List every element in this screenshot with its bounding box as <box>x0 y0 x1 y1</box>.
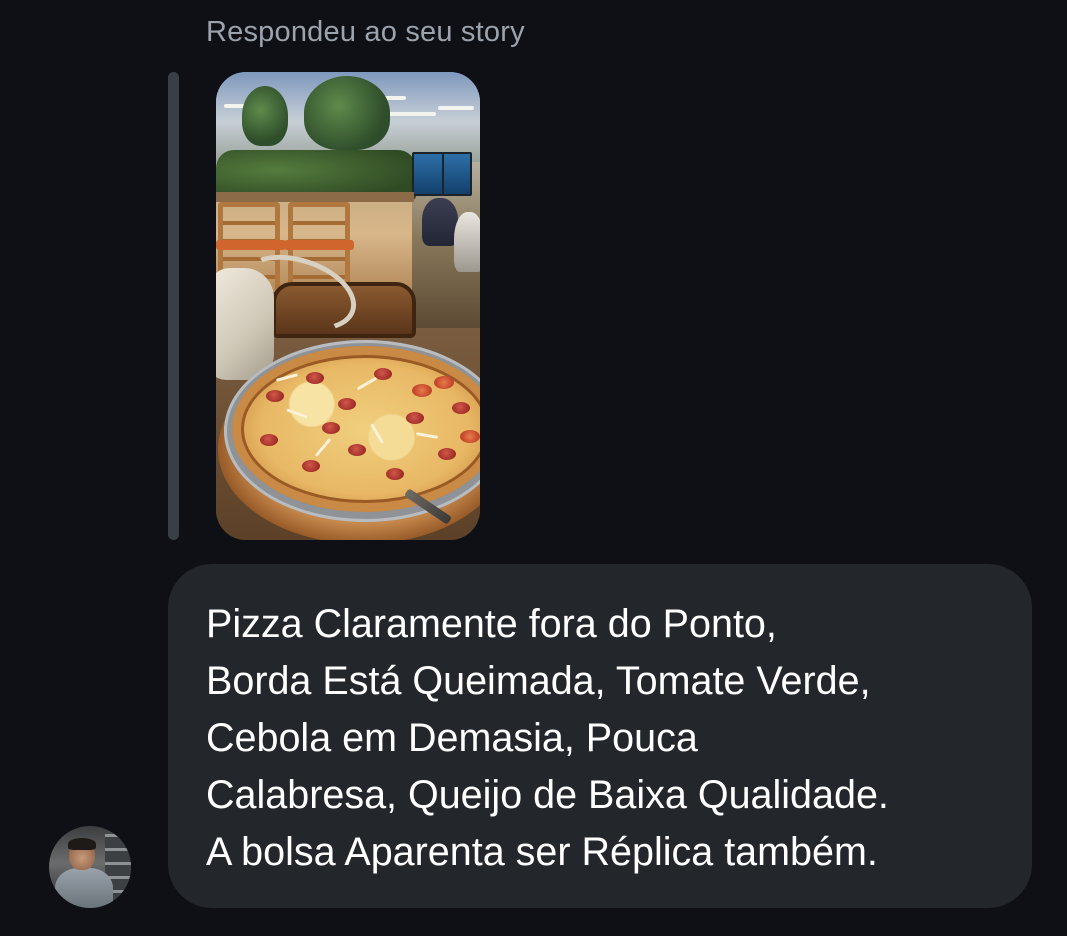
message-line: Pizza Claramente fora do Ponto, <box>206 602 777 646</box>
photo-person <box>454 212 480 272</box>
message-line: Calabresa, Queijo de Baixa Qualidade. <box>206 773 889 817</box>
chat-screen: Respondeu ao seu story Pizza Claramente … <box>0 0 1067 936</box>
photo-person <box>422 198 458 246</box>
photo-tomato <box>434 376 454 389</box>
photo-bag <box>216 268 274 380</box>
photo-pepperoni <box>266 390 284 402</box>
photo-screen <box>442 152 472 196</box>
photo-plant <box>242 86 288 146</box>
photo-light <box>438 106 474 110</box>
message-bubble[interactable]: Pizza Claramente fora do Ponto, Borda Es… <box>168 564 1032 908</box>
message-line: Cebola em Demasia, Pouca <box>206 716 698 760</box>
photo-stool-seat <box>284 240 354 250</box>
photo-pizza <box>232 346 480 512</box>
photo-pepperoni <box>452 402 470 414</box>
photo-pepperoni <box>322 422 340 434</box>
photo-tomato <box>460 430 480 443</box>
photo-screen <box>412 152 444 196</box>
photo-stool-seat <box>216 240 286 250</box>
story-reply-label: Respondeu ao seu story <box>206 16 525 48</box>
photo-plant <box>304 76 390 150</box>
avatar-body <box>55 868 113 908</box>
photo-pepperoni <box>260 434 278 446</box>
story-thumbnail[interactable] <box>216 72 480 540</box>
message-text: Pizza Claramente fora do Ponto, Borda Es… <box>206 596 1006 881</box>
photo-pepperoni <box>386 468 404 480</box>
message-line: A bolsa Aparenta ser Réplica também. <box>206 830 878 874</box>
photo-pepperoni <box>348 444 366 456</box>
photo-pepperoni <box>338 398 356 410</box>
photo-counter-top <box>216 192 414 202</box>
avatar-hair <box>68 838 96 850</box>
photo-pepperoni <box>438 448 456 460</box>
quote-bar <box>168 72 179 540</box>
photo-pepperoni <box>302 460 320 472</box>
photo-tomato <box>412 384 432 397</box>
message-line: Borda Está Queimada, Tomate Verde, <box>206 659 871 703</box>
photo-pepperoni <box>306 372 324 384</box>
sender-avatar[interactable] <box>49 826 131 908</box>
photo-pepperoni <box>406 412 424 424</box>
